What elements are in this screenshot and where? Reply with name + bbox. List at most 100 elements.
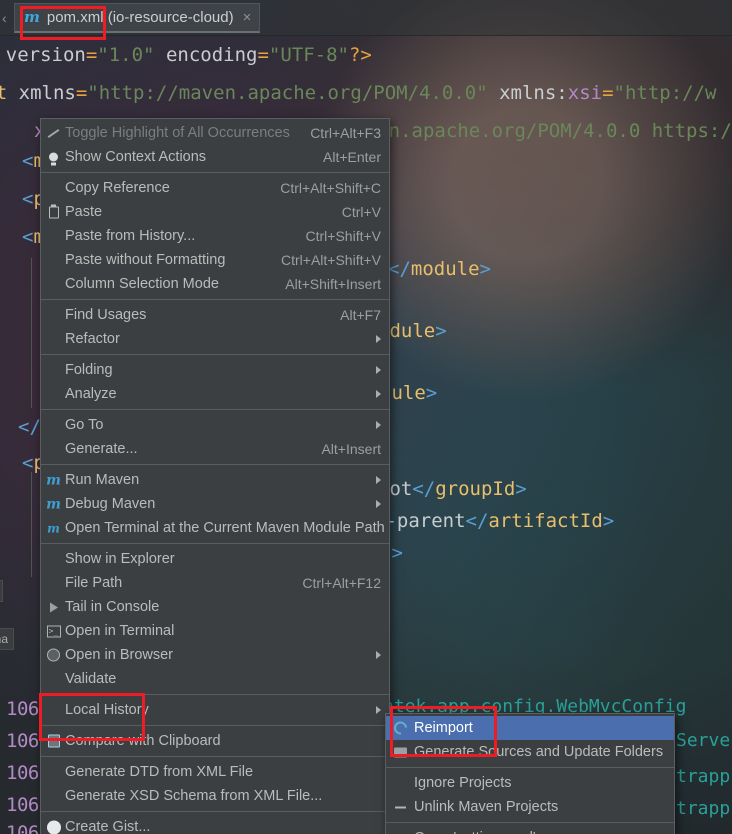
menu-item-label: Open Terminal at the Current Maven Modul… [65,520,385,536]
clipboard-icon [45,204,62,221]
submenu-arrow-icon [376,651,381,659]
menu-item-refactor[interactable]: Refactor [41,327,389,351]
menu-item-label: Show Context Actions [65,149,207,165]
submenu-item-unlink-maven-projects[interactable]: Unlink Maven Projects [386,795,674,819]
code-line: r-parent</artifactId> [374,510,615,532]
menu-item-column-selection-mode[interactable]: Column Selection Mode Alt+Shift+Insert [41,272,389,296]
code-line: trapp [676,798,731,819]
menu-item-local-history[interactable]: Local History [41,698,389,722]
menu-item-shortcut: Ctrl+Alt+F3 [310,125,381,141]
menu-item-shortcut: Ctrl+Shift+V [305,228,381,244]
menu-item-label: Paste [65,204,103,220]
submenu-arrow-icon [376,500,381,508]
line-number: 106 [6,762,39,784]
menu-item-shortcut: Alt+Insert [321,441,381,457]
menu-item-paste[interactable]: Paste Ctrl+V [41,200,389,224]
menu-item-label: Generate DTD from XML File [65,764,254,780]
menu-item-folding[interactable]: Folding [41,358,389,382]
menu-item-shortcut: Alt+Enter [323,149,381,165]
minus-icon [392,799,409,816]
menu-item-label: Local History [65,702,149,718]
globe-icon [45,647,62,664]
menu-item-go-to[interactable]: Go To [41,413,389,437]
pencil-icon [45,125,62,142]
menu-item-find-usages[interactable]: Find Usages Alt+F7 [41,303,389,327]
tool-window-project-label[interactable]: ct [0,580,4,602]
menu-item-generate[interactable]: Generate... Alt+Insert [41,437,389,461]
menu-item-label: Compare with Clipboard [65,733,221,749]
menu-item-label: Run Maven [65,472,140,488]
menu-item-open-terminal-maven-module-path[interactable]: m Open Terminal at the Current Maven Mod… [41,516,389,540]
maven-terminal-icon: m [47,521,60,535]
menu-item-shortcut: Ctrl+Alt+Shift+V [281,252,381,268]
tool-window-dependency-analyzer-label[interactable]: cy Ana [0,628,15,650]
menu-item-label: Generate... [65,441,138,457]
line-number: 106 [6,730,39,752]
lightbulb-icon [45,149,62,166]
menu-separator [41,464,389,465]
menu-item-validate[interactable]: Validate [41,667,389,691]
menu-item-label: Refactor [65,331,120,347]
menu-item-show-context-actions[interactable]: Show Context Actions Alt+Enter [41,145,389,169]
editor-tab-label: pom.xml (io-resource-cloud) [46,9,234,26]
menu-item-paste-from-history[interactable]: Paste from History... Ctrl+Shift+V [41,224,389,248]
submenu-item-open-settings-xml[interactable]: Open 'settings.xml' [386,826,674,834]
line-number: 106 [6,698,39,720]
editor-tab-bar: ‹ m pom.xml (io-resource-cloud) × [0,0,732,36]
refresh-icon [391,718,410,738]
submenu-arrow-icon [376,390,381,398]
code-line: oject xmlns="http://maven.apache.org/POM… [0,82,717,104]
close-icon[interactable]: × [243,9,252,26]
menu-item-label: Create Gist... [65,819,151,834]
menu-item-show-in-explorer[interactable]: Show in Explorer [41,547,389,571]
menu-item-create-gist[interactable]: Create Gist... [41,815,389,834]
code-line: xml version="1.0" encoding="UTF-8"?> [5,44,372,66]
editor-context-menu[interactable]: Toggle Highlight of All Occurrences Ctrl… [40,118,390,834]
menu-item-tail-in-console[interactable]: Tail in Console [41,595,389,619]
submenu-item-ignore-projects[interactable]: Ignore Projects [386,771,674,795]
submenu-item-generate-sources-and-update-folders[interactable]: Generate Sources and Update Folders [386,740,674,764]
menu-item-shortcut: Ctrl+Alt+F12 [302,575,381,591]
submenu-arrow-icon [376,421,381,429]
menu-item-compare-with-clipboard[interactable]: Compare with Clipboard [41,729,389,753]
menu-item-shortcut: Alt+F7 [340,307,381,323]
ide-window: xml version="1.0" encoding="UTF-8"?> oje… [0,0,732,834]
menu-separator [41,299,389,300]
menu-item-label: Paste without Formatting [65,252,226,268]
menu-item-file-path[interactable]: File Path Ctrl+Alt+F12 [41,571,389,595]
menu-item-label: Paste from History... [65,228,196,244]
submenu-arrow-icon [376,476,381,484]
menu-item-generate-xsd-schema-from-xml[interactable]: Generate XSD Schema from XML File... [41,784,389,808]
submenu-arrow-icon [376,366,381,374]
code-line: </module> [388,258,491,280]
menu-item-label: Generate XSD Schema from XML File... [65,788,323,804]
editor-tab-pom-xml[interactable]: m pom.xml (io-resource-cloud) × [14,3,261,33]
menu-separator [41,694,389,695]
tab-scroll-left-icon[interactable]: ‹ [2,10,7,26]
menu-item-label: Generate Sources and Update Folders [414,744,664,760]
menu-item-generate-dtd-from-xml[interactable]: Generate DTD from XML File [41,760,389,784]
menu-separator [41,725,389,726]
menu-item-paste-without-formatting[interactable]: Paste without Formatting Ctrl+Alt+Shift+… [41,248,389,272]
menu-item-toggle-highlight[interactable]: Toggle Highlight of All Occurrences Ctrl… [41,121,389,145]
menu-item-analyze[interactable]: Analyze [41,382,389,406]
menu-item-open-in-terminal[interactable]: >_ Open in Terminal [41,619,389,643]
menu-item-shortcut: Ctrl+Alt+Shift+C [280,180,381,196]
submenu-item-reimport[interactable]: Reimport [386,716,674,740]
menu-item-open-in-browser[interactable]: Open in Browser [41,643,389,667]
indent-guide [31,472,32,577]
menu-item-label: Folding [65,362,113,378]
menu-item-label: Copy Reference [65,180,170,196]
play-icon [45,599,62,616]
menu-item-run-maven[interactable]: m Run Maven [41,468,389,492]
menu-separator [386,767,674,768]
menu-item-label: Debug Maven [65,496,156,512]
menu-separator [41,172,389,173]
menu-item-copy-reference[interactable]: Copy Reference Ctrl+Alt+Shift+C [41,176,389,200]
menu-separator [386,822,674,823]
compare-icon [45,733,62,750]
maven-submenu[interactable]: Reimport Generate Sources and Update Fol… [385,713,675,834]
menu-item-debug-maven[interactable]: m Debug Maven [41,492,389,516]
submenu-arrow-icon [376,706,381,714]
menu-item-label: Open in Browser [65,647,173,663]
